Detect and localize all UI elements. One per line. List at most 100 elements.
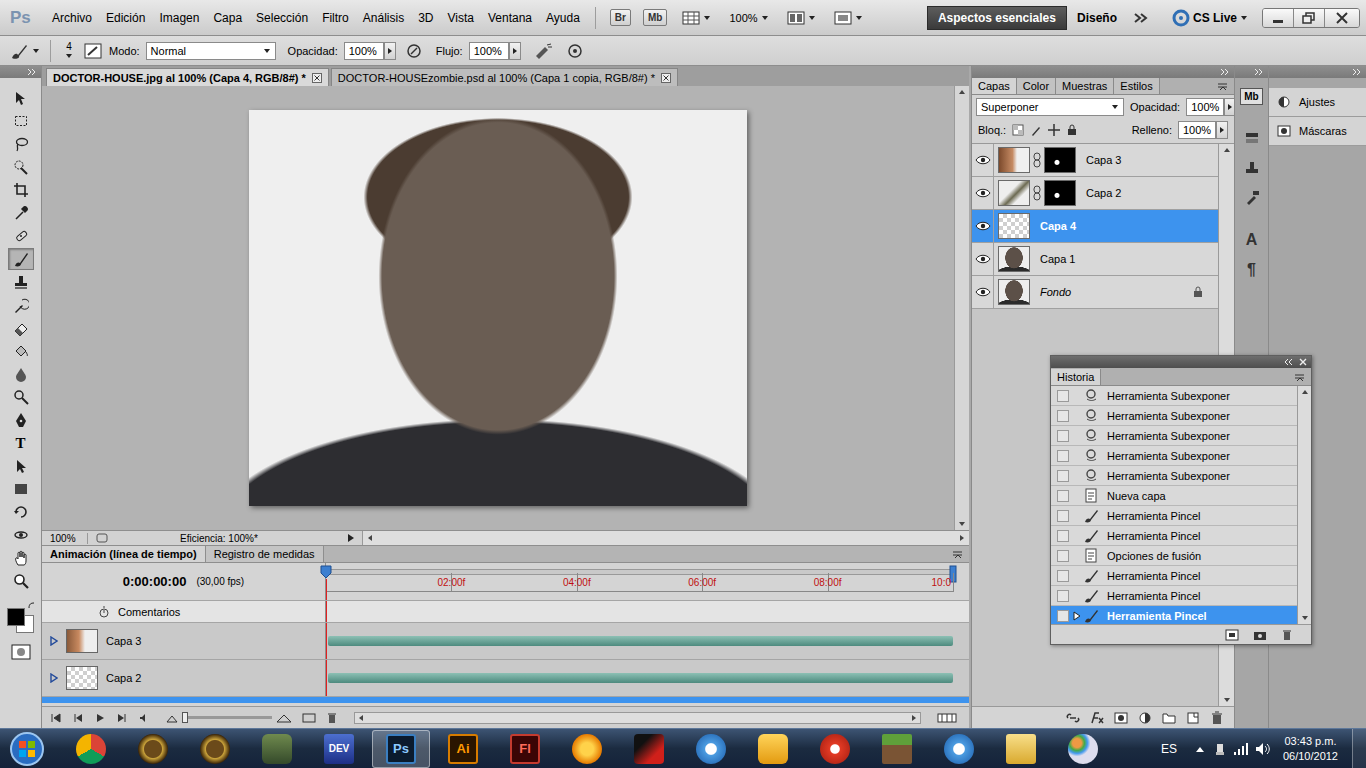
menu-item[interactable]: Análisis [356,3,411,33]
snapshot-source-checkbox[interactable] [1057,610,1069,622]
add-mask-icon[interactable] [1114,711,1128,725]
color-swatches[interactable] [4,602,38,634]
menu-item[interactable]: Imagen [152,3,206,33]
snapshot-source-checkbox[interactable] [1057,590,1069,602]
taskbar-button[interactable] [992,730,1050,768]
link-layers-icon[interactable] [1066,711,1080,725]
new-group-icon[interactable] [1162,711,1176,725]
history-step[interactable]: Herramienta Subexponer [1051,406,1297,426]
tool-button[interactable] [8,363,34,385]
history-step[interactable]: Opciones de fusión [1051,546,1297,566]
panel-tab[interactable]: Animación (línea de tiempo) [42,546,206,562]
tool-button[interactable] [8,570,34,592]
taskbar-button[interactable] [930,730,988,768]
horizontal-scrollbar[interactable] [362,531,969,545]
close-tab-icon[interactable] [312,73,322,83]
brush-size-picker[interactable]: 4 [61,41,77,60]
delete-layer-icon[interactable] [1210,711,1224,725]
taskbar-button[interactable] [806,730,864,768]
menu-item[interactable]: Vista [441,3,481,33]
history-step[interactable]: Nueva capa [1051,486,1297,506]
zoom-dropdown[interactable]: 100% [729,12,768,24]
taskbar-button[interactable] [186,730,244,768]
first-frame-icon[interactable] [50,712,62,724]
expand-icon[interactable] [50,673,58,683]
swap-colors-icon[interactable] [28,602,36,610]
duration-bar[interactable] [328,673,953,683]
close-panel-icon[interactable] [1299,358,1307,366]
time-value[interactable]: 0:00:00:00 [123,574,187,589]
quick-mask-icon[interactable] [11,644,31,660]
panel-tab[interactable]: Color [1017,78,1056,94]
workspace-button[interactable]: Aspectos esenciales [927,6,1067,30]
duration-bar[interactable] [328,636,953,646]
expand-icon[interactable] [50,636,58,646]
history-step[interactable]: Herramienta Pincel [1051,506,1297,526]
lock-all-icon[interactable] [1066,124,1078,136]
layer-name[interactable]: Capa 1 [1040,253,1075,265]
menu-item[interactable]: Edición [99,3,152,33]
new-document-from-state-icon[interactable] [1225,629,1239,641]
status-zoom[interactable]: 100% [42,533,88,544]
visibility-toggle[interactable] [972,177,994,210]
document-tab[interactable]: DOCTOR-HOUSEzombie.psd al 100% (Capa 1 c… [331,68,678,86]
layer-name[interactable]: Capa 4 [1040,220,1076,232]
history-step[interactable]: Herramienta Pincel [1051,606,1297,624]
panel-menu-icon[interactable] [949,549,965,559]
panel-tab[interactable]: Capas [972,78,1017,94]
tool-button[interactable] [8,409,34,431]
layer-name[interactable]: Capa 2 [1086,187,1121,199]
tool-button[interactable] [8,87,34,109]
panel-dock-button[interactable] [1239,126,1265,150]
history-step[interactable]: Herramienta Pincel [1051,526,1297,546]
panel-collapse-bar[interactable] [1269,66,1366,78]
time-ruler[interactable]: 02:00f04:00f06:00f08:00f10:0 [326,563,953,600]
snapshot-source-checkbox[interactable] [1057,570,1069,582]
tool-button[interactable]: T [8,432,34,454]
snapshot-source-checkbox[interactable] [1057,470,1069,482]
restore-icon[interactable] [1294,9,1325,27]
view-extras-button[interactable] [682,11,711,25]
history-step[interactable]: Herramienta Pincel [1051,586,1297,606]
layer-mask-thumbnail[interactable] [1044,180,1076,206]
history-step[interactable]: Herramienta Subexponer [1051,426,1297,446]
taskbar-button[interactable]: Ps [372,730,430,768]
panel-dock-button[interactable]: Mb [1239,84,1265,108]
snapshot-source-checkbox[interactable] [1057,410,1069,422]
tool-button[interactable] [8,248,34,270]
clock[interactable]: 03:43 p.m.06/10/2012 [1283,734,1338,764]
menu-item[interactable]: Ventana [481,3,539,33]
menu-item[interactable]: Filtro [315,3,356,33]
tool-button[interactable] [8,455,34,477]
history-title-bar[interactable] [1051,356,1311,368]
lock-transparency-icon[interactable] [1012,124,1024,136]
menu-item[interactable]: 3D [411,3,440,33]
adjustment-layer-icon[interactable] [1138,711,1152,725]
arrange-documents-button[interactable] [787,11,816,25]
delete-state-icon[interactable] [1281,629,1293,641]
delete-icon[interactable] [326,712,338,724]
tool-button[interactable] [8,317,34,339]
pressure-opacity-icon[interactable] [404,42,424,60]
convert-icon[interactable] [302,712,316,724]
panel-tab[interactable]: Registro de medidas [206,546,324,562]
panel-dock-button[interactable] [1239,186,1265,210]
tool-button[interactable] [8,133,34,155]
playhead-icon[interactable] [320,565,332,579]
play-icon[interactable] [94,712,106,724]
visibility-toggle[interactable] [972,243,994,276]
panel-collapse-bar[interactable] [0,66,41,78]
panel-dock-button[interactable]: A [1239,228,1265,252]
tool-button[interactable] [8,271,34,293]
collapse-icon[interactable] [1283,358,1295,366]
taskbar-button[interactable]: Fl [496,730,554,768]
layer-row[interactable]: Fondo [972,276,1218,309]
launcher-button[interactable]: Mb [643,9,667,26]
screen-mode-button[interactable] [834,11,863,25]
snapshot-source-checkbox[interactable] [1057,390,1069,402]
foreground-color[interactable] [7,608,25,626]
close-icon[interactable] [1325,9,1359,27]
volume-icon[interactable] [1255,742,1271,756]
taskbar-button[interactable]: Ai [434,730,492,768]
stopwatch-icon[interactable] [98,606,110,618]
